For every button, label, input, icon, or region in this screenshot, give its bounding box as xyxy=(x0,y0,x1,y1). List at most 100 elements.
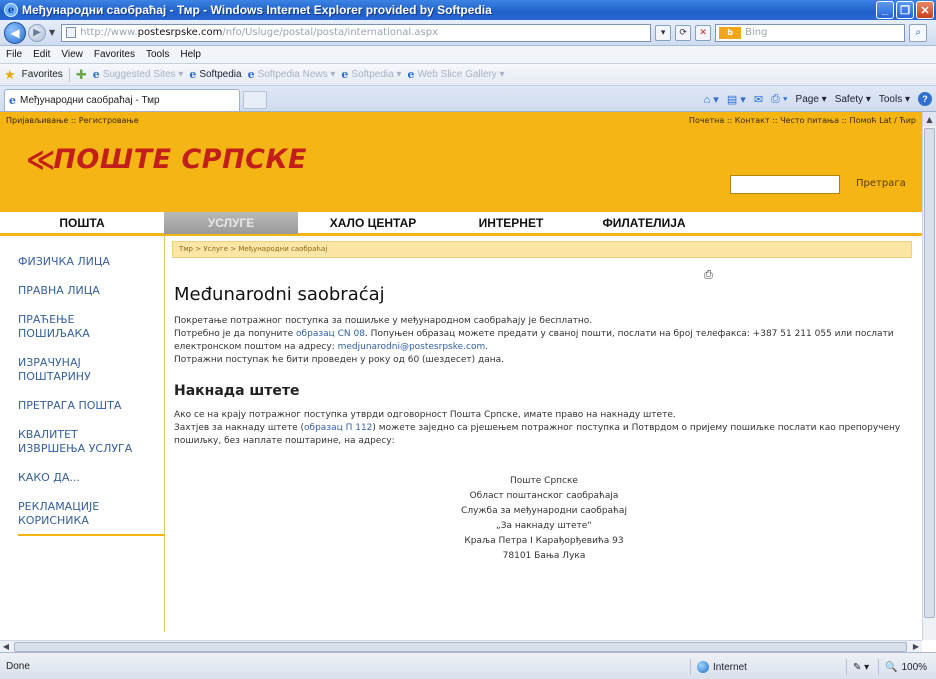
page-title: Međunarodni saobraćaj xyxy=(174,284,385,305)
address-input[interactable]: http://www. postesrpske.com/nfo/Usluge/po… xyxy=(61,23,652,42)
fav-softpedia-2[interactable]: e Softpedia ▾ xyxy=(341,68,401,81)
sidebar-item-label: РЕКЛАМАЦИЈЕ КОРИСНИКА xyxy=(18,500,100,527)
ie-page-icon: e xyxy=(189,68,197,81)
horizontal-scrollbar[interactable]: ◀ ▶ xyxy=(0,640,922,652)
sidebar-divider xyxy=(164,236,165,632)
vertical-scrollbar[interactable]: ▲ xyxy=(922,112,936,640)
sidebar-item-pretraga-posta[interactable]: ПРЕТРАГА ПОШТА xyxy=(18,392,164,421)
safety-menu[interactable]: Safety ▾ xyxy=(835,94,871,105)
menu-bar: File Edit View Favorites Tools Help xyxy=(0,46,936,64)
print-toolbar-icon[interactable]: ⎙ ▾ xyxy=(771,93,787,106)
text: . xyxy=(485,342,489,352)
maximize-button[interactable]: ❐ xyxy=(896,1,914,19)
favorites-button[interactable]: Favorites xyxy=(22,69,63,80)
sidebar-item-izracunaj[interactable]: ИЗРАЧУНАЈ ПОШТАРИНУ xyxy=(18,349,108,392)
ie-page-icon: e xyxy=(247,68,255,81)
ie-page-icon: e xyxy=(407,68,415,81)
login-register-links[interactable]: Пријављивање :: Регистровање xyxy=(6,116,139,125)
form-p112-link[interactable]: образац П 112 xyxy=(304,423,372,433)
sidebar-item-fizicka-lica[interactable]: ФИЗИЧКА ЛИЦА xyxy=(18,248,164,277)
fav-label: Suggested Sites ▾ xyxy=(102,69,184,80)
fav-softpedia[interactable]: e Softpedia xyxy=(189,68,241,81)
status-bar: Done Internet ✎ ▾ 🔍 100% xyxy=(0,652,936,679)
protected-mode-icon[interactable]: ✎ ▾ xyxy=(846,659,869,675)
print-icon[interactable]: ⎙ xyxy=(704,268,713,282)
favorites-star-icon[interactable]: ★ xyxy=(4,67,16,83)
sidebar-item-reklamacije[interactable]: РЕКЛАМАЦИЈЕ КОРИСНИКА xyxy=(18,493,164,536)
zoom-control[interactable]: 🔍 100% xyxy=(878,659,927,675)
feeds-icon[interactable]: ▤ ▾ xyxy=(727,93,746,106)
top-nav-links[interactable]: Почетна :: Контакт :: Често питања :: По… xyxy=(689,116,916,125)
ie-icon: e xyxy=(4,3,18,17)
nav-posta[interactable]: ПОШТА xyxy=(0,212,164,234)
sidebar-item-pravna-lica[interactable]: ПРАВНА ЛИЦА xyxy=(18,277,164,306)
breadcrumb[interactable]: Тмр > Услуге > Међународни саобраћај xyxy=(172,241,912,258)
scroll-right-icon[interactable]: ▶ xyxy=(910,641,922,652)
fav-softpedia-news[interactable]: e Softpedia News ▾ xyxy=(248,68,336,81)
email-link[interactable]: medjunarodni@postesrpske.com xyxy=(338,342,486,352)
fav-label: Softpedia News ▾ xyxy=(257,69,336,80)
fav-label: Softpedia ▾ xyxy=(351,69,402,80)
mail-icon[interactable]: ✉ xyxy=(754,93,763,106)
menu-favorites[interactable]: Favorites xyxy=(94,49,135,60)
logo-text: ПОШТЕ СРПСКЕ xyxy=(53,144,308,175)
menu-view[interactable]: View xyxy=(61,49,83,60)
help-icon[interactable]: ? xyxy=(918,92,932,106)
fav-label: Softpedia xyxy=(199,69,242,80)
favorites-bar: ★ Favorites ✚ e Suggested Sites ▾ e Softpe… xyxy=(0,64,936,86)
site-search-input[interactable] xyxy=(730,175,840,194)
menu-help[interactable]: Help xyxy=(180,49,201,60)
nav-halo-centar[interactable]: ХАЛО ЦЕНТАР xyxy=(298,212,448,234)
bing-icon: b xyxy=(719,26,742,39)
window-titlebar: e Међународни саобраћај - Тмр - Windows … xyxy=(0,0,936,20)
sidebar-item-kako-da[interactable]: КАКО ДА... xyxy=(18,464,164,493)
menu-edit[interactable]: Edit xyxy=(33,49,50,60)
form-cn08-link[interactable]: образац CN 08 xyxy=(296,329,365,339)
menu-tools[interactable]: Tools xyxy=(146,49,169,60)
site-search-button[interactable]: Претрага xyxy=(856,178,906,189)
address-line: Краља Петра I Карађорђевића 93 xyxy=(464,536,624,546)
stop-icon[interactable]: ✕ xyxy=(695,24,712,41)
tools-menu[interactable]: Tools ▾ xyxy=(879,94,910,105)
back-button[interactable]: ◀ xyxy=(4,21,26,44)
search-go-icon[interactable]: ⌕ xyxy=(909,23,928,42)
paragraph-1: Покретање потражног поступка за пошиљке … xyxy=(174,316,593,326)
search-input[interactable]: b Bing xyxy=(715,23,906,42)
nav-usluge[interactable]: УСЛУГЕ xyxy=(164,212,298,234)
add-favorite-icon[interactable]: ✚ xyxy=(76,67,87,83)
fav-web-slice-gallery[interactable]: e Web Slice Gallery ▾ xyxy=(407,68,504,81)
address-toolbar: ◀ ▶ ▼ http://www. postesrpske.com/nfo/Usl… xyxy=(0,20,936,46)
page-menu[interactable]: Page ▾ xyxy=(796,94,827,105)
scroll-thumb[interactable] xyxy=(924,128,935,618)
scroll-left-icon[interactable]: ◀ xyxy=(0,641,12,652)
url-path: /nfo/Usluge/postal/posta/international.a… xyxy=(222,27,438,38)
new-tab-button[interactable] xyxy=(243,91,267,109)
internet-globe-icon xyxy=(697,661,709,673)
tab-bar: e Међународни саобраћај - Тмр ⌂ ▾ ▤ ▾ ✉ … xyxy=(0,86,936,112)
sidebar-item-kvalitet[interactable]: КВАЛИТЕТ ИЗВРШЕЊА УСЛУГА xyxy=(18,421,148,464)
search-placeholder: Bing xyxy=(745,27,768,38)
zoom-level: 100% xyxy=(901,661,928,673)
scroll-up-icon[interactable]: ▲ xyxy=(923,112,936,126)
nav-internet[interactable]: ИНТЕРНЕТ xyxy=(448,212,574,234)
paragraph-4: Ако се на крају потражног поступка утврд… xyxy=(174,410,676,420)
sidebar-item-pracenje[interactable]: ПРАЋЕЊЕ ПОШИЉАКА xyxy=(18,306,108,349)
home-icon[interactable]: ⌂ ▾ xyxy=(704,93,719,106)
logo-arrow-icon: ≪ xyxy=(26,142,55,176)
fav-suggested-sites[interactable]: e Suggested Sites ▾ xyxy=(93,68,184,81)
command-bar: ⌂ ▾ ▤ ▾ ✉ ⎙ ▾ Page ▾ Safety ▾ Tools ▾ ? xyxy=(704,92,932,106)
history-dropdown-icon[interactable]: ▼ xyxy=(49,28,55,37)
forward-button[interactable]: ▶ xyxy=(28,23,46,42)
scroll-thumb-horizontal[interactable] xyxy=(14,642,907,652)
menu-file[interactable]: File xyxy=(6,49,22,60)
compat-view-icon[interactable]: ▾ xyxy=(655,24,672,41)
refresh-icon[interactable]: ⟳ xyxy=(675,24,692,41)
security-zone[interactable]: Internet xyxy=(690,659,840,675)
nav-filatelija[interactable]: ФИЛАТЕЛИЈА xyxy=(574,212,714,234)
minimize-button[interactable]: _ xyxy=(876,1,894,19)
site-logo[interactable]: ≪ ПОШТЕ СРПСКЕ xyxy=(26,144,307,175)
tab-current[interactable]: e Међународни саобраћај - Тмр xyxy=(4,89,240,111)
paragraph-2: Потребно је да попуните образац CN 08. П… xyxy=(174,328,914,354)
close-button[interactable]: ✕ xyxy=(916,1,934,19)
ie-page-icon: e xyxy=(9,94,16,107)
